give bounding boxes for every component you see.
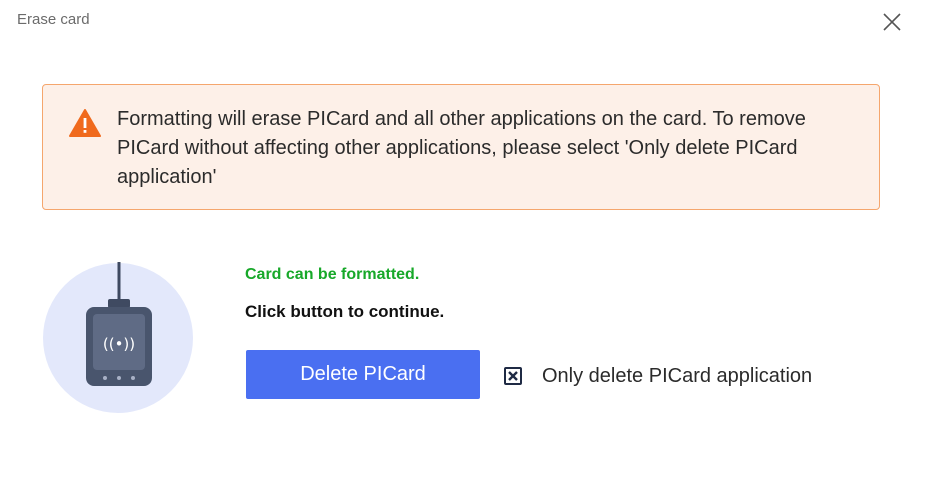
- erase-card-dialog: Erase card Formatting will erase PICard …: [0, 0, 935, 480]
- warning-banner: Formatting will erase PICard and all oth…: [42, 84, 880, 210]
- nfc-signal-icon: ((•)): [103, 335, 135, 353]
- close-icon[interactable]: [878, 8, 906, 36]
- checkbox-label: Only delete PICard application: [542, 364, 813, 387]
- warning-triangle-icon: [68, 108, 102, 138]
- delete-picard-button[interactable]: Delete PICard: [246, 350, 480, 399]
- check-x-icon: [508, 371, 518, 381]
- warning-message: Formatting will erase PICard and all oth…: [117, 108, 806, 188]
- instruction-text: Click button to continue.: [245, 302, 445, 321]
- status-message: Card can be formatted.: [245, 266, 420, 283]
- checkbox-box[interactable]: [504, 367, 522, 385]
- card-reader-icon: ((•)): [42, 258, 196, 414]
- dialog-title: Erase card: [17, 11, 90, 28]
- only-delete-picard-checkbox[interactable]: Only delete PICard application: [504, 364, 812, 388]
